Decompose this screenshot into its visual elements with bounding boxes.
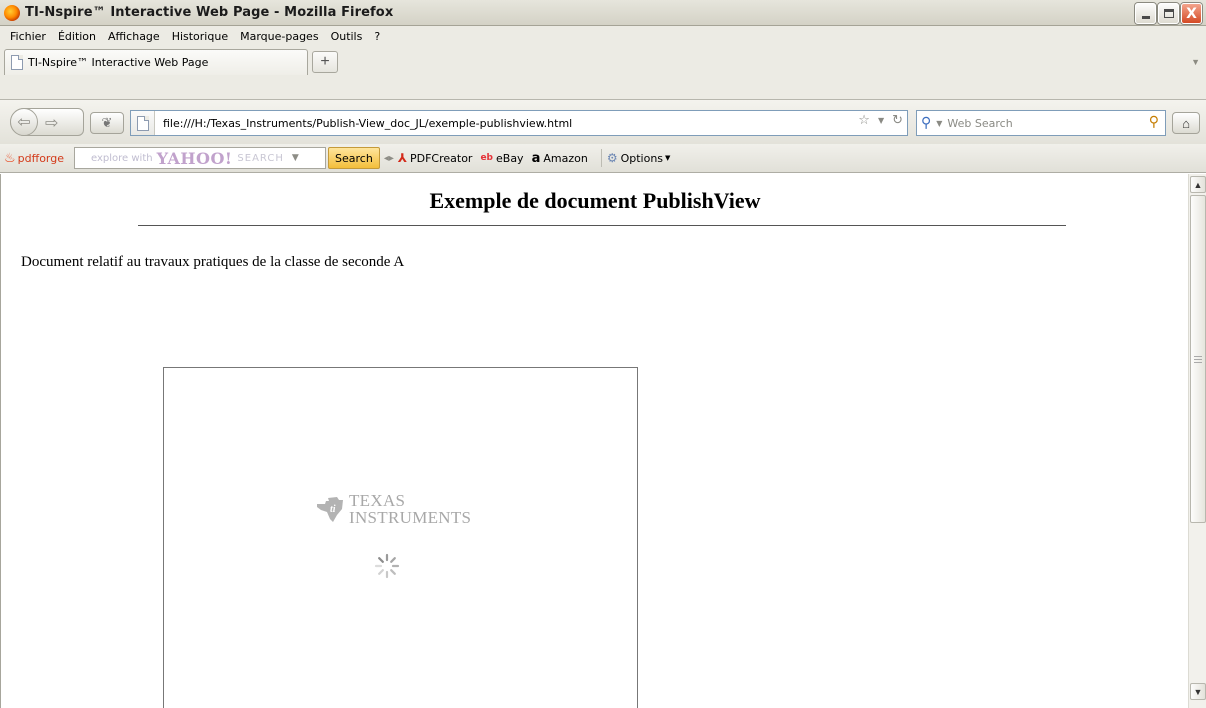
- pdfforge-logo[interactable]: ♨ pdfforge: [4, 151, 64, 166]
- scroll-thumb[interactable]: [1190, 195, 1206, 523]
- vertical-scrollbar[interactable]: ▲ ▼: [1188, 174, 1206, 708]
- pdfforge-flame-icon: ♨: [4, 150, 16, 166]
- tab-list-arrow-icon[interactable]: ▼: [1191, 57, 1200, 67]
- ti-state-icon: ti: [317, 497, 343, 522]
- chevron-down-icon: ▼: [1193, 686, 1203, 697]
- page-icon: [136, 115, 149, 131]
- heading-rule: [138, 225, 1066, 226]
- minimize-icon: [1141, 16, 1150, 19]
- addon-button[interactable]: ❦: [90, 112, 124, 134]
- yahoo-search-button[interactable]: Search: [328, 147, 380, 169]
- amazon-icon: a: [531, 150, 541, 166]
- url-text: file:///H:/Texas_Instruments/Publish-Vie…: [163, 116, 573, 130]
- page-content[interactable]: Exemple de document PublishView Document…: [0, 174, 1188, 708]
- site-identity-button[interactable]: [131, 111, 155, 135]
- menu-fichier[interactable]: Fichier: [4, 30, 52, 43]
- texas-instruments-logo: ti TEXAS INSTRUMENTS: [315, 492, 471, 526]
- menu-marque-pages[interactable]: Marque-pages: [234, 30, 324, 43]
- window-titlebar[interactable]: TI-Nspire™ Interactive Web Page - Mozill…: [0, 0, 1206, 26]
- ti-wordmark-line1: TEXAS: [349, 491, 406, 510]
- pdf-icon: ⅄: [397, 151, 407, 165]
- reload-icon[interactable]: ↻: [892, 113, 903, 128]
- maximize-button[interactable]: [1158, 3, 1179, 24]
- yahoo-search-label: SEARCH: [237, 152, 284, 164]
- ebay-icon: eb: [480, 153, 493, 163]
- close-button[interactable]: X: [1181, 3, 1202, 24]
- tab-strip: TI-Nspire™ Interactive Web Page + ▼: [0, 47, 1206, 99]
- thumb-grip-icon: [1194, 355, 1202, 363]
- scroll-up-button[interactable]: ▲: [1190, 176, 1206, 193]
- search-engine-dropdown-icon[interactable]: ▼: [936, 119, 942, 128]
- menu-historique[interactable]: Historique: [166, 30, 234, 43]
- search-placeholder: Web Search: [947, 116, 1013, 130]
- tab-active[interactable]: TI-Nspire™ Interactive Web Page: [4, 49, 308, 75]
- ti-wordmark: TEXAS INSTRUMENTS: [349, 492, 471, 526]
- menu-affichage[interactable]: Affichage: [102, 30, 166, 43]
- back-forward-group: ⇦ ⇨: [10, 108, 84, 136]
- nspire-document-frame[interactable]: ti TEXAS INSTRUMENTS: [163, 367, 638, 708]
- menu-outils[interactable]: Outils: [325, 30, 369, 43]
- navigation-bar: ⇦ ⇨ ❦ file:///H:/Texas_Instruments/Publi…: [0, 99, 1206, 144]
- home-icon: ⌂: [1182, 115, 1190, 131]
- yahoo-hint: explore with: [91, 152, 153, 164]
- chevron-up-icon: ▲: [1193, 179, 1203, 190]
- pdfforge-label: pdfforge: [17, 151, 65, 165]
- page-icon: [11, 55, 23, 70]
- back-button[interactable]: ⇦: [10, 108, 38, 136]
- yahoo-dropdown-icon[interactable]: ▼: [292, 153, 299, 163]
- yahoo-logo: YAHOO!: [156, 148, 233, 168]
- menu-edition[interactable]: Édition: [52, 30, 102, 43]
- options-gear-icon: ⚙: [606, 151, 618, 165]
- menu-bar: Fichier Édition Affichage Historique Mar…: [0, 26, 1206, 47]
- ebay-label: eBay: [496, 151, 524, 165]
- ti-wordmark-line2: INSTRUMENTS: [349, 508, 472, 527]
- firefox-icon: [4, 4, 20, 21]
- amazon-button[interactable]: a Amazon: [532, 151, 588, 166]
- yahoo-search-input[interactable]: explore with YAHOO! SEARCH ▼: [74, 147, 327, 169]
- new-tab-button[interactable]: +: [312, 51, 338, 73]
- back-arrow-icon: ⇦: [17, 114, 31, 131]
- pdfcreator-label: PDFCreator: [409, 151, 473, 165]
- maximize-icon: [1163, 9, 1174, 18]
- url-bar[interactable]: file:///H:/Texas_Instruments/Publish-Vie…: [130, 110, 908, 136]
- paw-icon: ❦: [101, 115, 113, 130]
- toolbar-grip-icon[interactable]: ◂▸: [384, 153, 394, 164]
- amazon-label: Amazon: [543, 151, 588, 165]
- options-label: Options: [620, 151, 664, 165]
- bookmark-star-icon[interactable]: ☆: [858, 113, 870, 128]
- search-go-icon[interactable]: ⚲: [1149, 114, 1159, 130]
- menu-help[interactable]: ?: [368, 30, 386, 43]
- scroll-down-button[interactable]: ▼: [1190, 683, 1206, 700]
- ebay-button[interactable]: eb eBay: [480, 152, 523, 165]
- close-icon: X: [1186, 5, 1197, 22]
- search-bar[interactable]: ⚲ ▼ Web Search ⚲: [916, 110, 1166, 136]
- svg-text:ti: ti: [330, 504, 336, 515]
- options-button[interactable]: ⚙ Options ▼: [607, 151, 671, 165]
- search-engine-icon[interactable]: ⚲: [917, 115, 936, 131]
- history-dropdown-icon[interactable]: ▼: [878, 116, 884, 125]
- page-body-text: Document relatif au travaux pratiques de…: [21, 254, 405, 270]
- url-actions: ☆ ▼ ↻: [858, 113, 903, 128]
- page-heading: Exemple de document PublishView: [429, 188, 761, 213]
- forward-button[interactable]: ⇨: [45, 113, 58, 133]
- options-dropdown-icon: ▼: [665, 154, 671, 162]
- window-title: TI-Nspire™ Interactive Web Page - Mozill…: [25, 5, 394, 20]
- loading-spinner-icon: [374, 553, 400, 579]
- tab-label: TI-Nspire™ Interactive Web Page: [28, 56, 209, 69]
- minimize-button[interactable]: [1135, 3, 1156, 24]
- home-button[interactable]: ⌂: [1172, 112, 1200, 134]
- window-controls: X: [1135, 3, 1202, 24]
- toolbar-separator: [600, 149, 602, 167]
- pdfcreator-button[interactable]: ⅄ PDFCreator: [398, 151, 473, 165]
- pdfforge-toolbar: ♨ pdfforge explore with YAHOO! SEARCH ▼ …: [0, 144, 1206, 173]
